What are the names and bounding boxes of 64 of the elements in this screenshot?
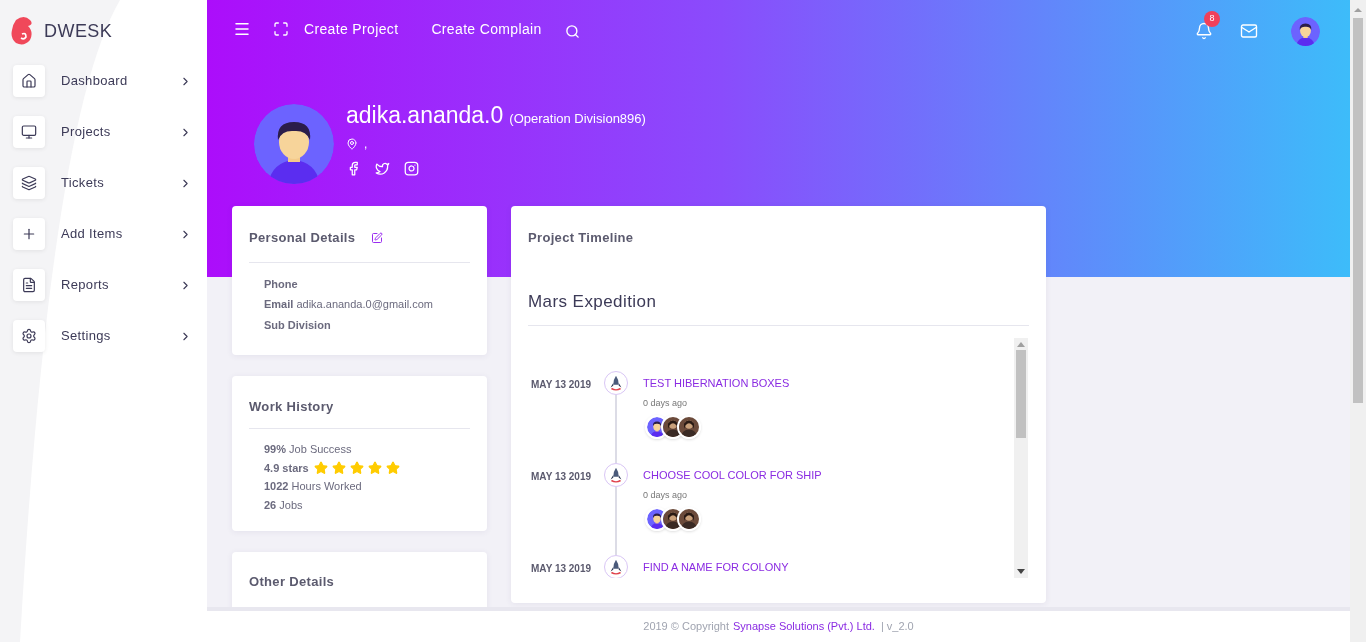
instagram-link[interactable] bbox=[404, 160, 419, 176]
card-title: Other Details bbox=[249, 574, 335, 589]
sidebar-item[interactable]: Dashboard bbox=[13, 65, 207, 97]
sidebar-item[interactable]: Add Items bbox=[13, 218, 207, 250]
monitor-icon bbox=[21, 124, 37, 140]
location-icon bbox=[346, 137, 358, 150]
star-icon bbox=[367, 460, 382, 475]
star-icon bbox=[349, 460, 364, 475]
layers-icon bbox=[21, 175, 37, 191]
gear-icon bbox=[21, 328, 37, 344]
detail-text: 99% Job Success bbox=[264, 442, 353, 457]
rocket-icon bbox=[604, 554, 628, 578]
scroll-up-icon bbox=[1354, 6, 1362, 14]
nav-link[interactable]: Create Project bbox=[304, 18, 399, 40]
menu-button[interactable] bbox=[233, 20, 251, 38]
brand-name: DWESK bbox=[44, 19, 113, 43]
detail-text: 1022 Hours Worked bbox=[264, 479, 363, 494]
detail-text: Email adika.ananda.0@gmail.com bbox=[264, 297, 434, 312]
detail-text: Sub Division bbox=[264, 317, 332, 333]
task-link[interactable]: CHOOSE COOL COLOR FOR SHIP bbox=[643, 462, 822, 483]
card-title: Project Timeline bbox=[528, 230, 634, 245]
user-avatar bbox=[1291, 16, 1320, 46]
timeline-date: MAY 13 2019 bbox=[530, 377, 593, 392]
profile-name: adika.ananda.0 bbox=[346, 101, 504, 131]
project-name: Mars Expedition bbox=[528, 292, 657, 311]
location-text: , bbox=[364, 135, 368, 153]
twitter-link[interactable] bbox=[375, 160, 390, 176]
sidebar-item[interactable]: Tickets bbox=[13, 167, 207, 199]
home-icon bbox=[21, 73, 37, 89]
card-title: Work History bbox=[249, 399, 334, 414]
card-title: Personal Details bbox=[249, 229, 356, 247]
star-icon bbox=[385, 460, 400, 475]
detail-text: Phone bbox=[264, 276, 299, 292]
edit-button[interactable] bbox=[371, 231, 384, 244]
timeline-scrollbar[interactable] bbox=[1014, 337, 1028, 578]
rocket-icon bbox=[604, 462, 628, 487]
rating-text: 4.9 stars bbox=[264, 460, 309, 476]
timeline-date: MAY 13 2019 bbox=[530, 561, 593, 576]
user-avatar-button[interactable] bbox=[1291, 16, 1320, 46]
star-icon bbox=[331, 460, 346, 475]
task-link[interactable]: FIND A NAME FOR COLONY bbox=[643, 554, 789, 575]
sidebar-item[interactable]: Reports bbox=[13, 269, 207, 301]
company-link[interactable]: Synapse Solutions (Pvt.) Ltd. bbox=[733, 618, 875, 635]
time-ago: 0 days ago bbox=[643, 489, 689, 502]
profile-division: (Operation Division896) bbox=[509, 110, 646, 129]
fullscreen-button[interactable] bbox=[273, 21, 289, 37]
page-scrollbar[interactable] bbox=[1350, 0, 1366, 642]
star-icon bbox=[313, 460, 328, 475]
search-button[interactable] bbox=[564, 23, 580, 39]
copyright-text: 2019 © Copyright bbox=[643, 619, 730, 635]
scroll-up-icon bbox=[1017, 340, 1025, 347]
notifications-button[interactable]: 8 bbox=[1195, 11, 1220, 40]
plus-icon bbox=[21, 226, 37, 242]
scroll-down-icon bbox=[1017, 568, 1025, 575]
detail-text: 26 Jobs bbox=[264, 497, 304, 513]
time-ago: 0 days ago bbox=[643, 397, 689, 410]
timeline-date: MAY 13 2019 bbox=[530, 469, 593, 484]
nav-link[interactable]: Create Complain bbox=[431, 18, 542, 40]
document-icon bbox=[21, 277, 37, 293]
sidebar-item[interactable]: Settings bbox=[13, 320, 207, 352]
sidebar-item[interactable]: Projects bbox=[13, 116, 207, 148]
task-link[interactable]: TEST HIBERNATION BOXES bbox=[643, 370, 790, 391]
version-text: | v_2.0 bbox=[880, 619, 914, 635]
rocket-icon bbox=[604, 370, 628, 395]
